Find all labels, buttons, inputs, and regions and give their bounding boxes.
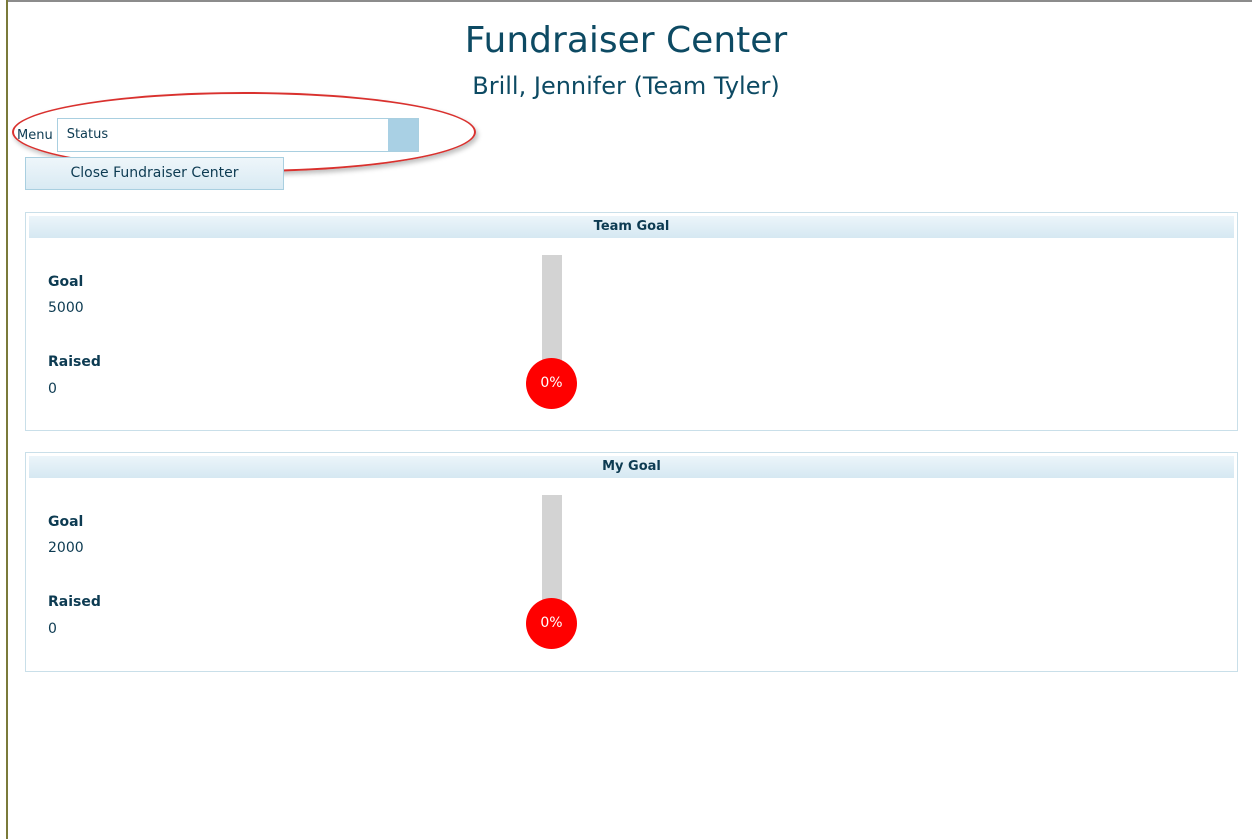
thermometer-bulb: 0% [526,598,577,649]
thermometer-bulb: 0% [526,358,577,409]
goal-value: 2000 [48,540,84,556]
raised-value: 0 [48,621,57,637]
raised-label: Raised [48,594,101,610]
goal-label: Goal [48,514,84,530]
team-goal-panel: Team Goal Goal 5000 Raised 0 0% [25,212,1238,431]
thermometer-tube [542,495,562,605]
thermometer-tube [542,255,562,365]
close-fundraiser-center-button[interactable]: Close Fundraiser Center [25,157,284,190]
goal-label: Goal [48,274,84,290]
goal-value: 5000 [48,300,84,316]
raised-label: Raised [48,354,101,370]
panel-header: Team Goal [29,216,1234,238]
page-title: Fundraiser Center [464,20,788,61]
window-left-border [0,0,8,839]
my-goal-panel: My Goal Goal 2000 Raised 0 0% [25,452,1238,672]
panel-header: My Goal [29,456,1234,478]
window-top-border [0,0,1252,2]
raised-value: 0 [48,381,57,397]
